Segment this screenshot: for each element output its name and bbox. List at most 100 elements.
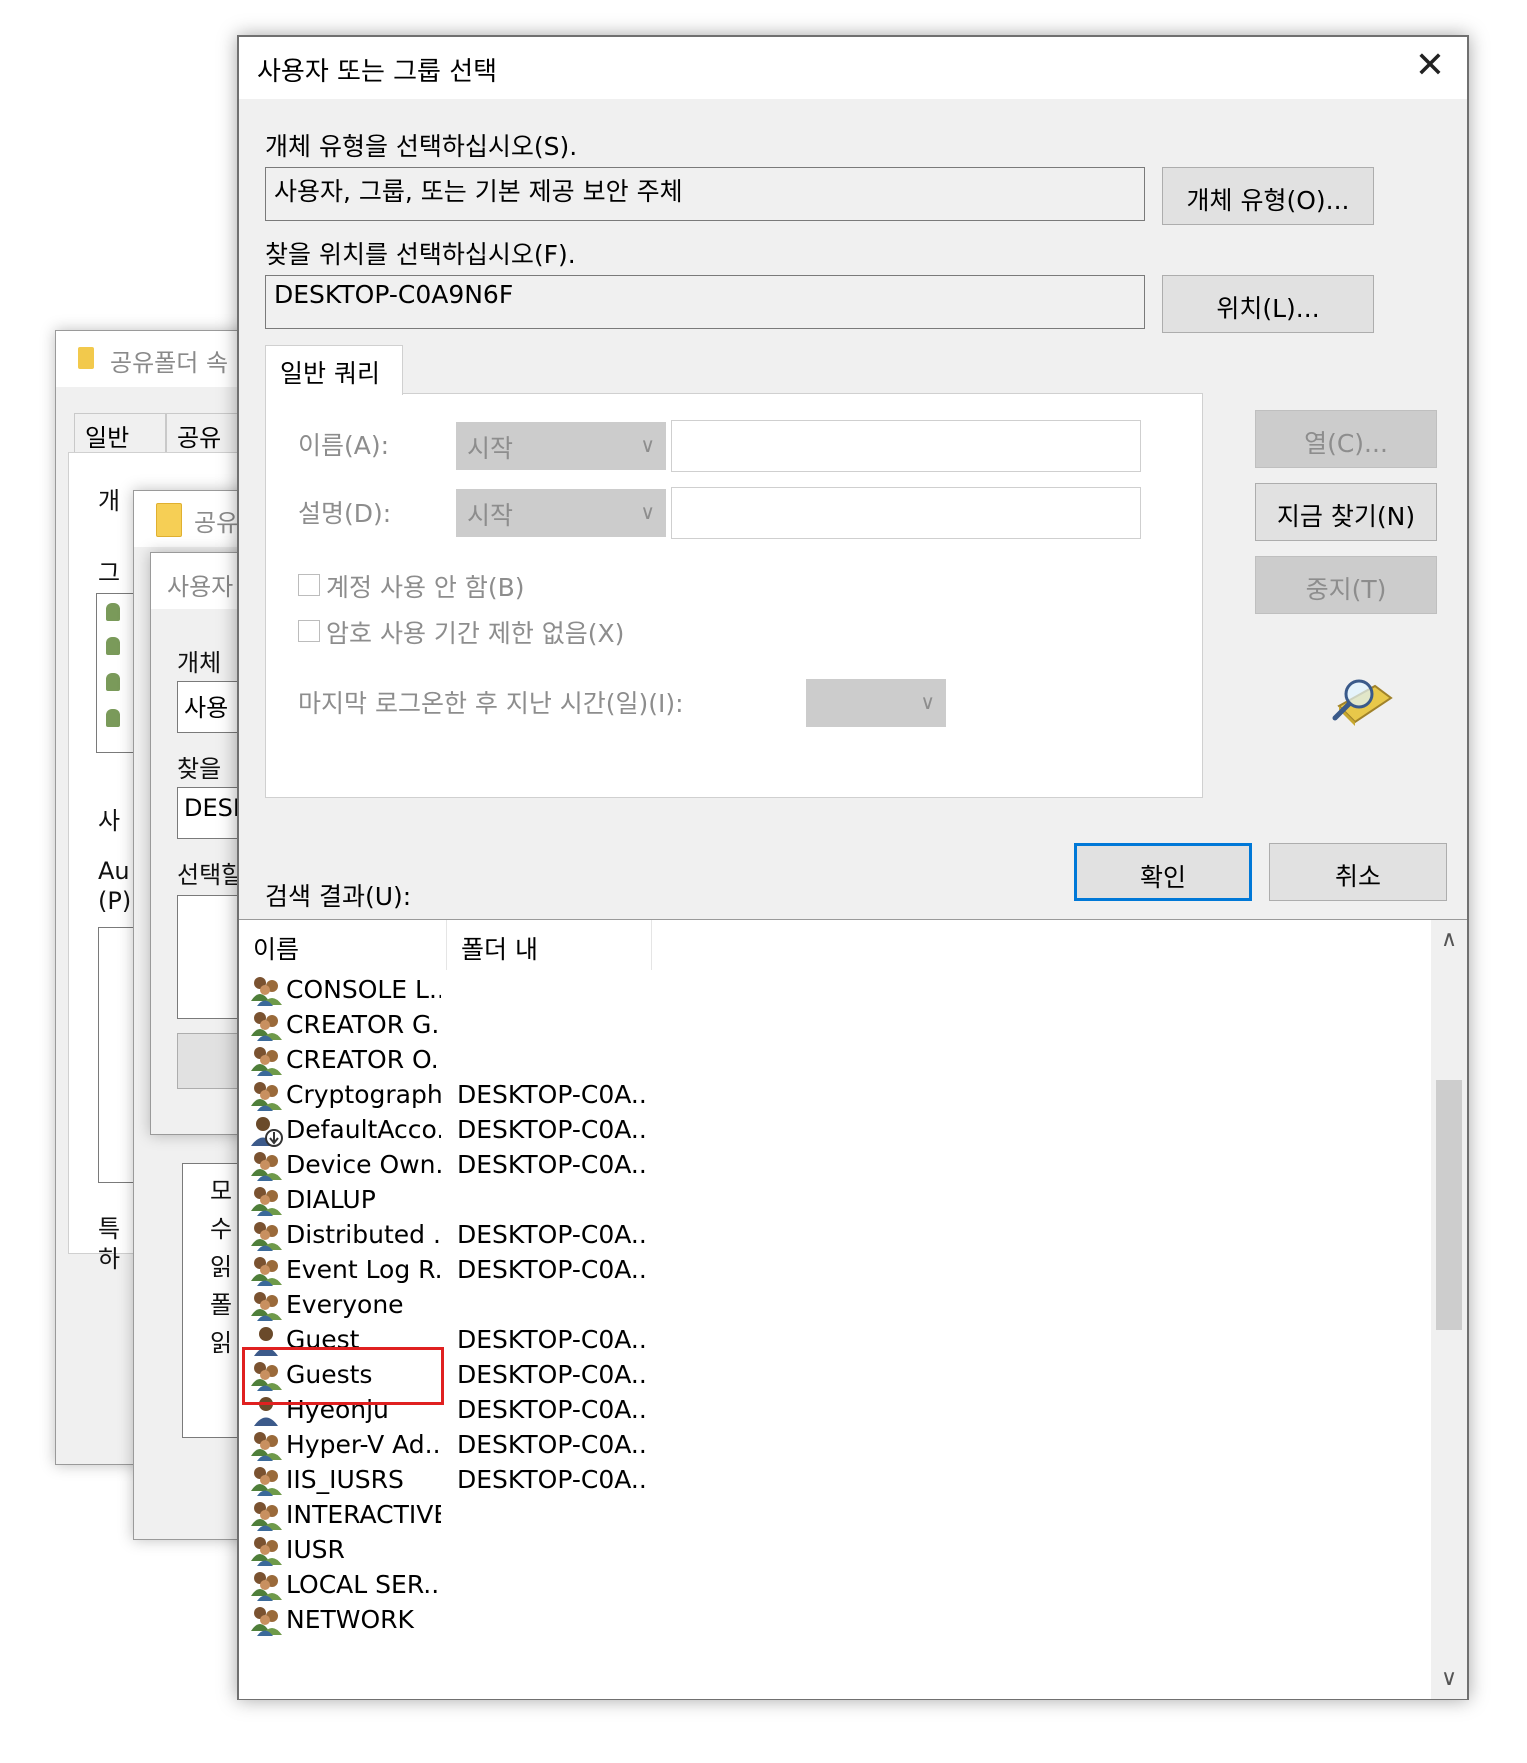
list-item[interactable]: CONSOLE L... — [239, 972, 659, 1011]
list-item[interactable]: Everyone — [239, 1287, 659, 1326]
list-item[interactable]: Guests DESKTOP-C0A... — [239, 1357, 659, 1396]
text-fragment: 수 — [210, 1215, 233, 1243]
object-type-field: 사용자, 그룹, 또는 기본 제공 보안 주체 — [265, 167, 1145, 221]
item-name: CREATOR O... — [286, 1045, 441, 1074]
list-item[interactable]: Cryptograph... DESKTOP-C0A... — [239, 1077, 659, 1116]
item-name: Hyper-V Ad... — [286, 1430, 441, 1459]
text-fragment: 개체 — [177, 649, 222, 677]
item-name: Device Own... — [286, 1150, 441, 1179]
group-icon — [249, 1430, 283, 1462]
list-item[interactable]: Distributed ... DESKTOP-C0A... — [239, 1217, 659, 1256]
window-title: 공유 — [194, 509, 239, 537]
find-now-button[interactable]: 지금 찾기(N) — [1255, 483, 1437, 541]
item-folder: DESKTOP-C0A... — [457, 1220, 647, 1249]
scrollbar-thumb[interactable] — [1436, 1080, 1462, 1330]
item-folder: DESKTOP-C0A... — [457, 1430, 647, 1459]
item-name: CONSOLE L... — [286, 975, 441, 1004]
chevron-down-icon[interactable]: ∨ — [1431, 1659, 1467, 1699]
chevron-down-icon: ∨ — [920, 690, 935, 714]
text-fragment: 읽 — [210, 1253, 233, 1281]
group-icon — [249, 1465, 283, 1497]
folder-icon — [156, 503, 182, 537]
vertical-scrollbar[interactable]: ∧ ∨ — [1431, 920, 1467, 1699]
item-folder: DESKTOP-C0A... — [457, 1080, 647, 1109]
tab-common-queries[interactable]: 일반 쿼리 — [265, 345, 403, 395]
list-item[interactable]: Hyper-V Ad... DESKTOP-C0A... — [239, 1427, 659, 1466]
item-folder: DESKTOP-C0A... — [457, 1115, 647, 1144]
list-item[interactable]: Event Log R... DESKTOP-C0A... — [239, 1252, 659, 1291]
folder-icon — [78, 347, 94, 369]
list-item[interactable]: IIS_IUSRS DESKTOP-C0A... — [239, 1462, 659, 1501]
location-label: 찾을 위치를 선택하십시오(F). — [265, 240, 576, 269]
group-icon — [249, 1220, 283, 1252]
text-fragment: 읽 — [210, 1329, 233, 1357]
dialog-title: 사용자 또는 그룹 선택 — [257, 57, 498, 87]
description-match-value: 시작 — [467, 501, 514, 530]
chevron-down-icon: ∨ — [640, 500, 655, 524]
columns-button: 열(C)... — [1255, 410, 1437, 468]
close-icon[interactable]: ✕ — [1407, 43, 1453, 89]
group-icon — [249, 1290, 283, 1322]
list-item[interactable]: CREATOR O... — [239, 1042, 659, 1081]
item-folder: DESKTOP-C0A... — [457, 1325, 647, 1354]
list-item[interactable]: NETWORK — [239, 1602, 659, 1641]
ok-button[interactable]: 확인 — [1074, 843, 1252, 901]
days-since-logon-combo: ∨ — [806, 679, 946, 727]
user-icon — [106, 603, 120, 621]
description-input[interactable] — [671, 487, 1141, 539]
item-name: Distributed ... — [286, 1220, 441, 1249]
tab-general[interactable]: 일반 — [74, 413, 166, 453]
search-results-list[interactable]: 이름 폴더 내 CONSOLE L... CREATOR G... CREATOR … — [239, 919, 1467, 1699]
text-fragment: 선택할 — [177, 861, 244, 889]
list-item[interactable]: DIALUP — [239, 1182, 659, 1221]
titlebar: 사용자 또는 그룹 선택 ✕ — [239, 37, 1467, 99]
group-icon — [249, 1605, 283, 1637]
description-label: 설명(D): — [298, 499, 392, 528]
list-item[interactable]: LOCAL SER... — [239, 1567, 659, 1606]
days-since-logon-label: 마지막 로그온한 후 지난 시간(일)(I): — [298, 689, 684, 718]
item-name: Guests — [286, 1360, 373, 1389]
list-item[interactable]: DefaultAcco... DESKTOP-C0A... — [239, 1112, 659, 1151]
non-expiring-password-checkbox — [298, 620, 320, 642]
search-magnifier-icon — [1325, 672, 1395, 728]
list-item[interactable]: IUSR — [239, 1532, 659, 1571]
object-type-label: 개체 유형을 선택하십시오(S). — [265, 132, 578, 161]
list-item[interactable]: CREATOR G... — [239, 1007, 659, 1046]
item-folder: DESKTOP-C0A... — [457, 1150, 647, 1179]
non-expiring-password-label: 암호 사용 기간 제한 없음(X) — [326, 619, 625, 648]
column-header-name[interactable]: 이름 — [239, 920, 447, 970]
name-match-value: 시작 — [467, 434, 514, 463]
text-fragment: 그 — [98, 559, 121, 587]
common-queries-panel: 이름(A): 시작 ∨ 설명(D): 시작 ∨ 계정 사용 안 함(B) 암호 … — [265, 393, 1203, 798]
group-icon — [249, 1255, 283, 1287]
item-name: INTERACTIVE — [286, 1500, 441, 1529]
window-title: 공유폴더 속 — [110, 349, 229, 377]
text-fragment: 개 — [98, 487, 121, 515]
item-name: LOCAL SER... — [286, 1570, 441, 1599]
group-icon — [249, 1080, 283, 1112]
locations-button[interactable]: 위치(L)... — [1162, 275, 1374, 333]
item-name: Everyone — [286, 1290, 404, 1319]
list-item[interactable]: Hyeonju DESKTOP-C0A... — [239, 1392, 659, 1431]
user-icon — [249, 1325, 283, 1357]
text-fragment: 사 — [98, 807, 121, 835]
name-input[interactable] — [671, 420, 1141, 472]
group-icon — [249, 1570, 283, 1602]
column-header-folder[interactable]: 폴더 내 — [447, 920, 652, 970]
item-folder: DESKTOP-C0A... — [457, 1360, 647, 1389]
group-icon — [249, 1360, 283, 1392]
list-item[interactable]: Device Own... DESKTOP-C0A... — [239, 1147, 659, 1186]
object-types-button[interactable]: 개체 유형(O)... — [1162, 167, 1374, 225]
cancel-button[interactable]: 취소 — [1269, 843, 1447, 901]
list-item[interactable]: Guest DESKTOP-C0A... — [239, 1322, 659, 1361]
list-item[interactable]: INTERACTIVE — [239, 1497, 659, 1536]
chevron-down-icon: ∨ — [640, 433, 655, 457]
group-icon — [249, 1150, 283, 1182]
item-name: DIALUP — [286, 1185, 376, 1214]
item-name: DefaultAcco... — [286, 1115, 441, 1144]
user-icon — [106, 673, 120, 691]
stop-button: 중지(T) — [1255, 556, 1437, 614]
description-match-combo: 시작 ∨ — [456, 489, 666, 537]
item-name: Cryptograph... — [286, 1080, 441, 1109]
chevron-up-icon[interactable]: ∧ — [1431, 920, 1467, 960]
